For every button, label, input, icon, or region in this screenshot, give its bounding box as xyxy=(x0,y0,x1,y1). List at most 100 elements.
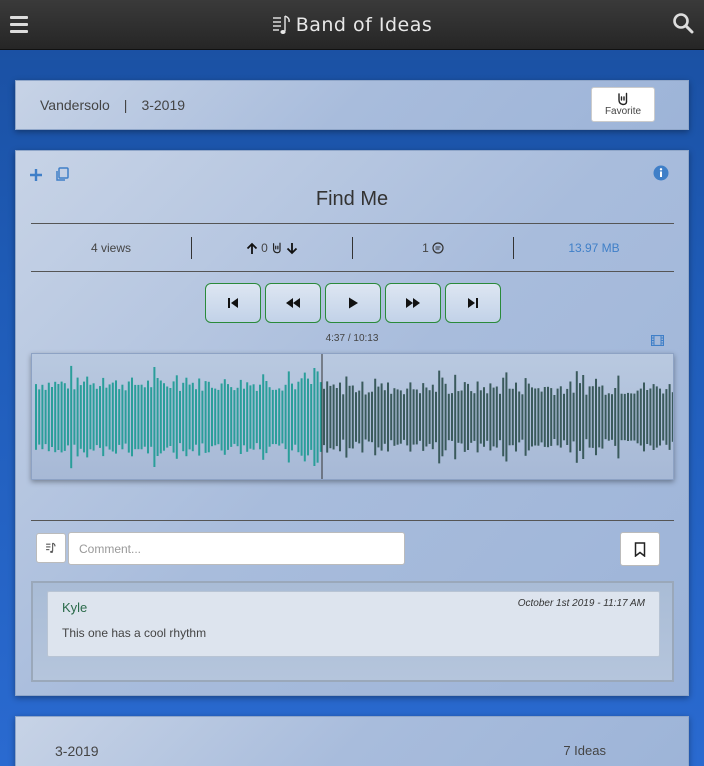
waveform-bar xyxy=(95,388,98,446)
favorite-button[interactable]: Favorite xyxy=(591,87,655,122)
waveform-bar xyxy=(553,395,556,439)
waveform-bar xyxy=(364,394,367,440)
next-session-card[interactable]: 3-2019 7 Ideas xyxy=(15,716,689,766)
waveform-bar xyxy=(163,383,165,451)
waveform-bar xyxy=(118,389,121,445)
waveform-bar xyxy=(531,387,533,447)
comment-input[interactable] xyxy=(68,532,405,565)
waveform-bar xyxy=(38,389,41,445)
waveform-bar xyxy=(79,385,82,449)
waveform-bar xyxy=(108,384,111,450)
waveform-bar xyxy=(668,384,671,450)
upvote-arrow-icon[interactable] xyxy=(246,242,258,255)
waveform-bar xyxy=(425,387,428,447)
waveform-bar xyxy=(316,371,319,463)
waveform-bar xyxy=(431,384,434,450)
search-icon[interactable] xyxy=(672,12,694,34)
waveform-bar xyxy=(508,388,511,446)
comment-author[interactable]: Kyle xyxy=(62,600,87,615)
play-button[interactable] xyxy=(325,283,381,323)
waveform-bar xyxy=(540,391,543,443)
waveform-bar xyxy=(111,382,114,452)
waveform[interactable] xyxy=(31,353,674,480)
waveform-bar xyxy=(191,382,194,452)
hamburger-menu-icon[interactable] xyxy=(10,13,28,37)
skip-to-start-button[interactable] xyxy=(205,283,261,323)
waveform-bar xyxy=(201,390,204,444)
waveform-bar xyxy=(281,390,284,444)
waveform-bar xyxy=(355,392,357,442)
session-date[interactable]: 3-2019 xyxy=(141,97,185,113)
downvote-arrow-icon[interactable] xyxy=(286,242,298,255)
waveform-bar xyxy=(259,384,261,450)
waveform-bar xyxy=(63,383,66,451)
waveform-bar xyxy=(473,393,476,441)
music-sheet-icon xyxy=(272,14,290,34)
waveform-bar xyxy=(371,391,373,443)
divider xyxy=(31,520,674,521)
waveform-bar xyxy=(399,390,402,444)
waveform-bar xyxy=(643,382,645,452)
waveform-bar xyxy=(665,389,668,445)
bookmark-button[interactable] xyxy=(620,532,660,566)
brand[interactable]: Band of Ideas xyxy=(272,14,433,36)
waveform-bar xyxy=(131,377,133,457)
attach-music-button[interactable] xyxy=(36,533,66,563)
waveform-bar xyxy=(406,388,409,446)
waveform-bar xyxy=(441,377,444,457)
waveform-bar xyxy=(35,384,37,450)
rewind-button[interactable] xyxy=(265,283,321,323)
fast-forward-icon xyxy=(406,298,420,308)
rock-hand-icon xyxy=(272,242,281,254)
waveform-bar xyxy=(505,372,508,462)
fast-forward-button[interactable] xyxy=(385,283,441,323)
waveform-bar xyxy=(323,388,325,446)
waveform-bar xyxy=(604,394,607,440)
waveform-bar xyxy=(284,384,287,450)
waveform-bar xyxy=(147,380,149,454)
waveform-bar xyxy=(361,381,364,453)
waveform-bar xyxy=(486,393,489,441)
waveform-bar xyxy=(44,389,47,445)
film-icon[interactable] xyxy=(650,333,665,351)
waveform-bar xyxy=(278,388,281,446)
comment-date: October 1st 2019 - 11:17 AM xyxy=(517,598,645,609)
skip-to-end-button[interactable] xyxy=(445,283,501,323)
comments-stat: 1 xyxy=(352,237,513,259)
waveform-bar xyxy=(300,378,303,456)
info-icon[interactable] xyxy=(653,165,669,186)
waveform-bar xyxy=(67,388,69,446)
views-stat: 4 views xyxy=(31,237,191,259)
waveform-bar xyxy=(428,390,431,444)
copy-icon[interactable] xyxy=(55,167,69,187)
waveform-bar xyxy=(614,388,617,446)
waveform-bar xyxy=(179,390,181,444)
waveform-bar xyxy=(550,388,553,446)
waveform-bar xyxy=(159,380,162,454)
waveform-bar xyxy=(150,387,153,447)
waveform-bar xyxy=(409,382,412,452)
waveform-bar xyxy=(217,389,220,445)
waveform-bar xyxy=(220,383,223,451)
waveform-bar xyxy=(172,381,175,453)
add-icon[interactable] xyxy=(29,168,43,187)
file-size-stat: 13.97 MB xyxy=(513,237,674,259)
waveform-bar xyxy=(153,367,156,467)
band-name[interactable]: Vandersolo xyxy=(40,97,110,113)
waveform-bar xyxy=(275,389,277,445)
skip-start-icon xyxy=(228,298,238,308)
waveform-bar xyxy=(585,394,588,440)
waveform-bar xyxy=(492,387,495,447)
brand-name: Band of Ideas xyxy=(295,13,433,36)
waveform-bar xyxy=(51,387,53,447)
waveform-bar xyxy=(611,394,613,440)
playback-time: 4:37 / 10:13 xyxy=(325,333,379,344)
waveform-bar xyxy=(607,393,610,441)
waveform-bar xyxy=(623,393,626,441)
waveform-bar xyxy=(412,389,415,445)
waveform-bar xyxy=(460,390,463,444)
waveform-bar xyxy=(575,371,578,463)
play-icon xyxy=(349,297,358,309)
waveform-bar xyxy=(335,388,338,447)
waveform-bar xyxy=(556,388,559,446)
